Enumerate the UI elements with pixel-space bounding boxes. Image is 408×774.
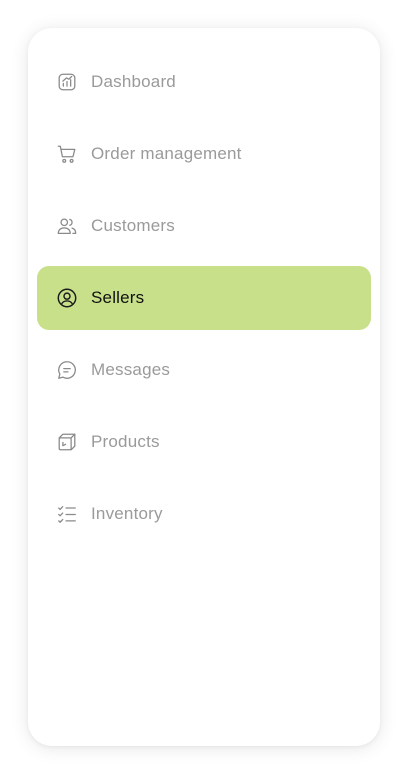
sidebar-item-label: Sellers xyxy=(91,288,145,307)
cart-icon xyxy=(55,142,79,166)
users-icon xyxy=(55,214,79,238)
sidebar-item-label: Products xyxy=(91,432,160,451)
sidebar-item-messages[interactable]: Messages xyxy=(37,338,371,402)
message-icon xyxy=(55,358,79,382)
box-icon xyxy=(55,430,79,454)
sidebar-item-label: Messages xyxy=(91,360,171,379)
user-circle-icon xyxy=(55,286,79,310)
sidebar-nav: Dashboard Order management Customers Sel… xyxy=(37,50,371,554)
chart-icon xyxy=(55,70,79,94)
sidebar-item-order-management[interactable]: Order management xyxy=(37,122,371,186)
sidebar-item-customers[interactable]: Customers xyxy=(37,194,371,258)
sidebar-item-label: Dashboard xyxy=(91,72,176,91)
sidebar-item-inventory[interactable]: Inventory xyxy=(37,482,371,546)
sidebar-item-label: Inventory xyxy=(91,504,163,523)
sidebar-item-label: Customers xyxy=(91,216,175,235)
sidebar-item-dashboard[interactable]: Dashboard xyxy=(37,50,371,114)
sidebar-item-sellers[interactable]: Sellers xyxy=(37,266,371,330)
sidebar-panel: Dashboard Order management Customers Sel… xyxy=(28,28,380,746)
sidebar-item-label: Order management xyxy=(91,144,242,163)
sidebar-item-products[interactable]: Products xyxy=(37,410,371,474)
checklist-icon xyxy=(55,502,79,526)
